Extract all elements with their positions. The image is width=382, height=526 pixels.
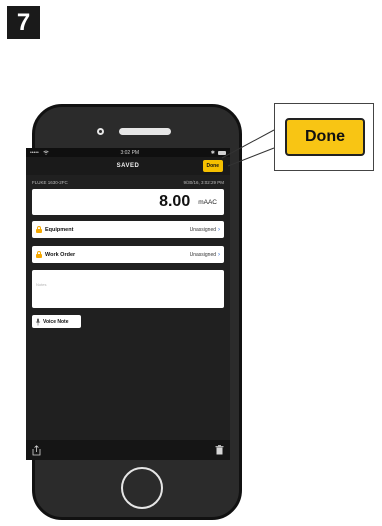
device-name: FLUKE 1630-2FC: [32, 179, 68, 185]
signal-strength: •••••: [30, 149, 39, 156]
measurement-header: FLUKE 1630-2FC 9/30/16, 3:02:29 PM: [26, 175, 230, 189]
bluetooth-icon: ✱: [210, 149, 215, 156]
lock-icon: [36, 226, 42, 233]
measurement-timestamp: 9/30/16, 3:02:29 PM: [183, 179, 224, 185]
wifi-icon: [43, 150, 49, 155]
callout-box: Done: [274, 103, 374, 171]
lock-icon: [36, 251, 42, 258]
voice-note-button[interactable]: Voice Note: [32, 315, 81, 328]
equipment-label: Equipment: [45, 226, 74, 233]
status-bar: ••••• 3:02 PM ✱: [26, 148, 230, 157]
reading-value: 8.00: [159, 193, 191, 210]
chevron-right-icon: ›: [218, 226, 220, 233]
reading-unit: mAAC: [198, 198, 217, 206]
microphone-icon: [35, 318, 41, 325]
done-button[interactable]: Done: [202, 160, 223, 172]
reading-display: 8.00 mAAC: [32, 189, 224, 215]
work-order-value: Unassigned: [189, 251, 216, 258]
status-time: 3:02 PM: [120, 149, 140, 156]
notes-field[interactable]: Notes: [32, 270, 224, 308]
nav-bar: SAVED Done: [26, 157, 230, 175]
work-order-label: Work Order: [45, 251, 76, 258]
app-screen: ••••• 3:02 PM ✱ SAVED Done FLUKE 1630-2F…: [26, 148, 230, 460]
notes-placeholder: Notes: [36, 282, 47, 287]
voice-note-label: Voice Note: [43, 318, 69, 325]
step-number-badge: 7: [7, 6, 40, 39]
share-icon[interactable]: [32, 444, 41, 456]
chevron-right-icon: ›: [218, 251, 220, 258]
home-button[interactable]: [121, 467, 163, 509]
work-order-row[interactable]: Work Order Unassigned ›: [32, 246, 224, 263]
equipment-row[interactable]: Equipment Unassigned ›: [32, 221, 224, 238]
page-title: SAVED: [116, 163, 140, 169]
battery-icon: [218, 150, 226, 155]
bottom-toolbar: [26, 440, 230, 460]
equipment-value: Unassigned: [189, 226, 216, 233]
callout-done-button: Done: [285, 118, 365, 156]
trash-icon[interactable]: [215, 445, 224, 455]
camera-icon: [97, 128, 104, 135]
speaker-grille: [119, 128, 171, 135]
